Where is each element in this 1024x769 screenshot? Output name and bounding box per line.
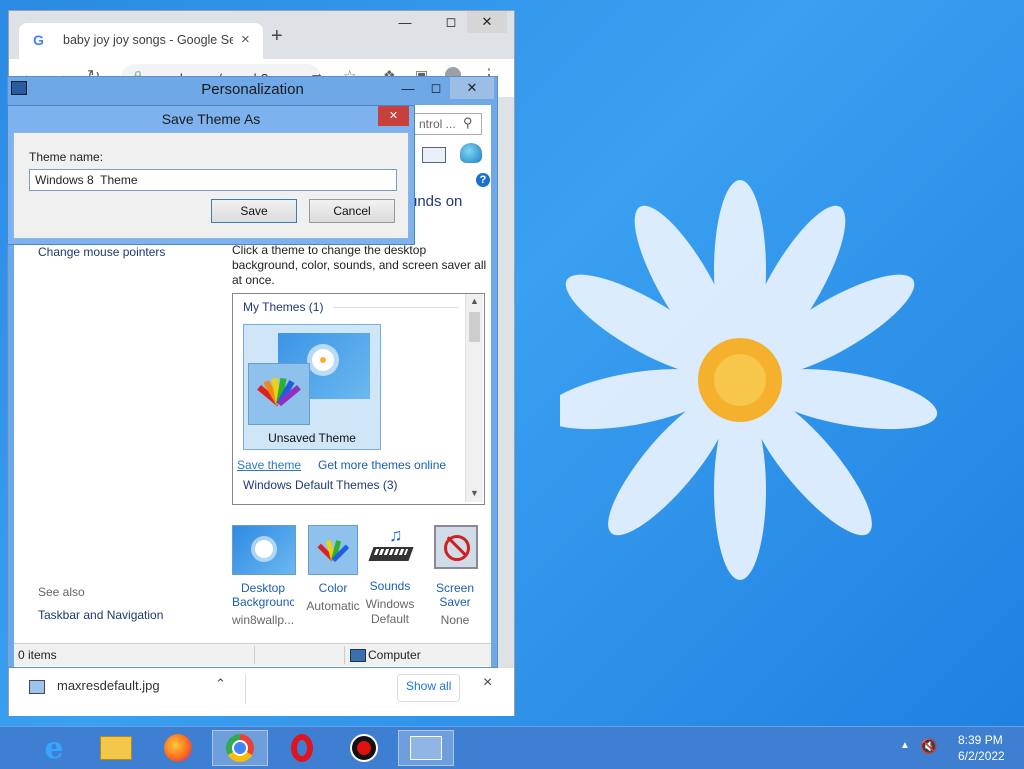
screen-saver-label-2: Saver [439, 595, 471, 609]
status-location: Computer [368, 648, 421, 662]
show-hidden-icons-icon[interactable]: ▲ [900, 740, 910, 751]
desktop-wallpaper-flower [560, 180, 938, 580]
sounds-value: Windows Default [365, 597, 415, 626]
download-bar: maxresdefault.jpg ⌃ Show all × [9, 667, 514, 716]
sounds-icon: ♫ [367, 525, 415, 573]
see-also-label: See also [38, 585, 85, 599]
taskbar-navigation-link[interactable]: Taskbar and Navigation [38, 608, 163, 622]
status-item-count: 0 items [18, 648, 57, 662]
opera-icon[interactable] [274, 730, 330, 766]
google-favicon-icon: G [33, 32, 44, 48]
control-panel-search-input[interactable]: ntrol ... ⚲ [410, 113, 482, 135]
color-value: Automatic [306, 599, 360, 613]
theme-list: My Themes (1) Unsaved Theme Save theme G… [232, 293, 485, 505]
screen-saver-item[interactable]: Screen Saver None [424, 525, 486, 627]
display-settings-icon[interactable] [422, 147, 446, 163]
intro-text: Click a theme to change the desktop back… [232, 243, 487, 287]
desktop-background-item[interactable]: Desktop Backgrounc win8wallp... [232, 525, 296, 627]
dialog-close-button[interactable]: ✕ [378, 106, 409, 126]
theme-list-scrollbar[interactable]: ▲ ▼ [465, 294, 483, 502]
theme-name-input[interactable]: Windows 8 Theme [29, 169, 397, 191]
divider [333, 307, 459, 308]
cancel-button[interactable]: Cancel [309, 199, 395, 223]
pers-maximize-button[interactable]: ◻ [420, 77, 452, 99]
screen-saver-value: None [440, 613, 470, 627]
dialog-content: Theme name: Windows 8 Theme Save Cancel [13, 132, 409, 239]
unsaved-theme-label: Unsaved Theme [268, 431, 356, 445]
sounds-label: Sounds [369, 579, 411, 593]
chrome-minimize-button[interactable]: — [385, 11, 425, 33]
desktop-background-value: win8wallp... [232, 613, 295, 627]
color-fan-icon [257, 377, 301, 407]
save-theme-link[interactable]: Save theme [237, 458, 301, 472]
new-tab-button[interactable]: + [271, 25, 283, 48]
file-explorer-icon[interactable] [88, 730, 144, 766]
volume-muted-icon[interactable]: 🔇 [920, 738, 937, 755]
color-item[interactable]: Color Automatic [302, 525, 364, 613]
screen-saver-icon [434, 525, 478, 569]
chrome-maximize-button[interactable]: ◻ [431, 11, 471, 33]
screen-recorder-icon[interactable] [336, 730, 392, 766]
search-icon: ⚲ [463, 115, 473, 130]
save-button[interactable]: Save [211, 199, 297, 223]
screen-saver-label: Screen [435, 581, 475, 595]
desktop-background-label: Desktop [240, 581, 286, 595]
status-bar: 0 items Computer [14, 643, 491, 666]
clock-time[interactable]: 8:39 PM [958, 733, 1003, 747]
theme-name-value: Windows 8 Theme [35, 173, 138, 187]
help-icon[interactable]: ? [476, 173, 490, 187]
chrome-taskbar-icon[interactable] [212, 730, 268, 766]
chrome-close-button[interactable]: ✕ [467, 11, 507, 33]
scroll-thumb[interactable] [469, 312, 480, 342]
shell-icon[interactable] [460, 143, 482, 163]
chevron-up-icon[interactable]: ⌃ [215, 676, 226, 692]
divider [344, 646, 345, 664]
scroll-up-icon[interactable]: ▲ [470, 296, 479, 306]
color-palette-thumbnail [248, 363, 310, 425]
color-icon [308, 525, 358, 575]
desktop-background-label-2: Backgrounc [232, 595, 294, 609]
tab-close-icon[interactable]: × [241, 31, 250, 48]
scroll-down-icon[interactable]: ▼ [470, 488, 479, 498]
theme-name-label: Theme name: [29, 150, 104, 164]
dialog-title: Save Theme As [161, 111, 261, 127]
color-label: Color [318, 581, 348, 595]
divider [245, 674, 246, 704]
change-mouse-pointers-link[interactable]: Change mouse pointers [38, 245, 165, 259]
divider [254, 646, 255, 664]
computer-icon [350, 649, 366, 662]
taskbar: e ▲ 🔇 8:39 PM 6/2/2022 [0, 726, 1024, 769]
my-themes-label: My Themes (1) [243, 300, 324, 314]
browser-tab[interactable]: G baby joy joy songs - Google Sea × [19, 23, 263, 59]
close-download-bar-icon[interactable]: × [483, 674, 492, 692]
save-theme-dialog: Save Theme As ✕ Theme name: Windows 8 Th… [7, 105, 415, 245]
sounds-item[interactable]: ♫ Sounds Windows Default [359, 525, 421, 627]
chrome-tabstrip: G baby joy joy songs - Google Sea × + — … [9, 11, 514, 59]
unsaved-theme-tile[interactable]: Unsaved Theme [243, 324, 381, 450]
image-file-icon [29, 680, 45, 694]
firefox-icon[interactable] [150, 730, 206, 766]
heading-partial: unds on [409, 193, 463, 210]
show-all-button[interactable]: Show all [397, 674, 461, 702]
download-filename[interactable]: maxresdefault.jpg [57, 678, 160, 693]
control-panel-taskbar-icon[interactable] [398, 730, 454, 766]
clock-date[interactable]: 6/2/2022 [958, 749, 1005, 763]
desktop-background-icon [232, 525, 296, 575]
windows-default-themes-label: Windows Default Themes (3) [243, 478, 398, 492]
internet-explorer-icon[interactable]: e [26, 730, 82, 766]
get-more-themes-link[interactable]: Get more themes online [318, 458, 446, 472]
tab-title: baby joy joy songs - Google Sea [63, 33, 233, 47]
pers-close-button[interactable]: ✕ [450, 77, 494, 99]
